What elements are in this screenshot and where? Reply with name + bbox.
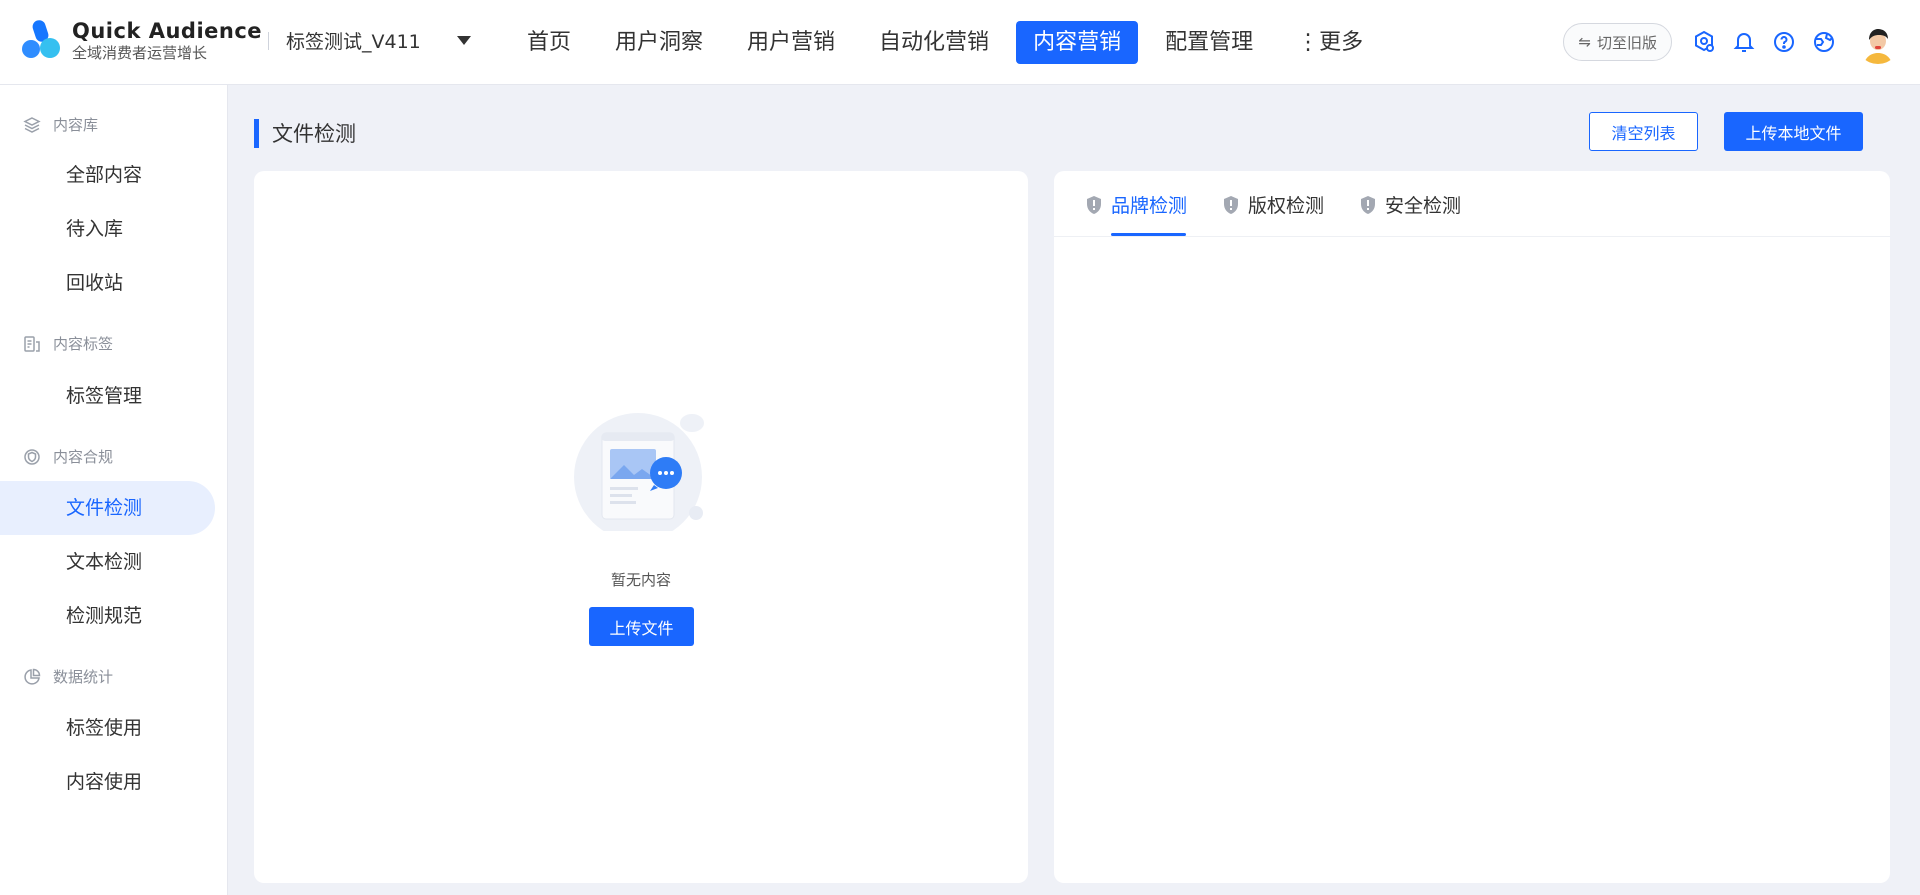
tab-label: 安全检测 [1385,195,1462,217]
bell-icon[interactable] [1732,30,1756,54]
nav-item-home[interactable]: 首页 [510,21,588,64]
switch-label: 切至旧版 [1596,33,1657,52]
switch-arrows-icon: ⇋ [1578,33,1591,51]
nav-item-automation[interactable]: 自动化营销 [862,21,1006,64]
top-header: Quick Audience 全域消费者运营增长 标签测试_V411 首页 用户… [0,0,1920,85]
sidebar-item-tag-management[interactable]: 标签管理 [0,369,215,423]
sidebar-item-recycle-bin[interactable]: 回收站 [0,256,215,310]
nav-item-config[interactable]: 配置管理 [1148,21,1270,64]
header-actions: ⇋ 切至旧版 [1563,20,1900,64]
pie-chart-icon [22,667,42,687]
detection-result-panel: 品牌检测 版权检测 安全检测 [1054,171,1890,883]
shield-icon [1085,195,1103,215]
tab-label: 版权检测 [1248,195,1325,217]
nav-item-content-marketing[interactable]: 内容营销 [1016,21,1139,64]
shield-icon [1359,195,1377,215]
sidebar-group-label: 内容合规 [53,448,114,466]
main-nav: 首页 用户洞察 用户营销 自动化营销 内容营销 配置管理 ⋮更多 [510,21,1390,64]
settings-hex-icon[interactable] [1692,30,1716,54]
sidebar-group-label: 内容标签 [53,335,114,353]
sidebar-item-text-check[interactable]: 文本检测 [0,535,215,589]
sidebar-group-data-stats: 数据统计 [22,666,113,687]
sidebar-item-pending[interactable]: 待入库 [0,202,215,256]
clear-list-button[interactable]: 清空列表 [1589,112,1698,151]
sidebar-group-content-library: 内容库 [22,114,98,135]
nav-item-user-insight[interactable]: 用户洞察 [598,21,720,64]
workspace-name: 标签测试_V411 [286,31,421,53]
tab-security-check[interactable]: 安全检测 [1359,191,1461,218]
nav-item-user-marketing[interactable]: 用户营销 [730,21,852,64]
title-accent-bar [254,118,259,148]
globe-icon[interactable] [1812,30,1836,54]
app-subtitle: 全域消费者运营增长 [72,44,208,62]
sidebar-item-tag-usage[interactable]: 标签使用 [0,701,215,755]
tab-brand-check[interactable]: 品牌检测 [1085,191,1187,218]
switch-old-version-button[interactable]: ⇋ 切至旧版 [1563,23,1672,61]
empty-state-text: 暂无内容 [610,571,671,589]
sidebar-item-file-check[interactable]: 文件检测 [0,481,215,535]
sidebar-group-label: 内容库 [53,116,99,134]
app-logo[interactable]: Quick Audience 全域消费者运营增长 [20,18,262,64]
sidebar-group-content-compliance: 内容合规 [22,446,113,467]
workspace-selector[interactable]: 标签测试_V411 [286,27,471,54]
active-tab-indicator [1111,233,1186,236]
sidebar-group-content-tags: 内容标签 [22,333,113,354]
avatar[interactable] [1856,20,1900,64]
page-title-text: 文件检测 [272,122,356,146]
sidebar-item-check-rules[interactable]: 检测规范 [0,589,215,643]
empty-document-icon [574,411,704,541]
quick-audience-logo-icon [20,18,62,64]
page-title: 文件检测 [254,118,356,148]
tag-list-icon [22,334,42,354]
caret-down-icon [456,36,471,45]
shield-check-icon [22,447,42,467]
nav-item-more[interactable]: ⋮更多 [1280,21,1380,64]
tab-copyright-check[interactable]: 版权检测 [1222,191,1324,218]
sidebar: 内容库 全部内容 待入库 回收站 内容标签 标签管理 内容合规 文件检测 文本检… [0,85,228,895]
shield-icon [1222,195,1240,215]
upload-file-button[interactable]: 上传文件 [589,607,694,646]
tab-label: 品牌检测 [1111,195,1188,217]
sidebar-group-label: 数据统计 [53,668,114,686]
help-icon[interactable] [1772,30,1796,54]
sidebar-item-all-content[interactable]: 全部内容 [0,148,215,202]
upload-local-file-button[interactable]: 上传本地文件 [1724,112,1863,151]
app-title: Quick Audience [72,19,263,43]
workspace-divider [268,32,269,50]
file-list-panel: 暂无内容 上传文件 [254,171,1028,883]
sidebar-item-content-usage[interactable]: 内容使用 [0,755,215,809]
detection-tabs: 品牌检测 版权检测 安全检测 [1054,171,1890,237]
layers-icon [22,115,42,135]
